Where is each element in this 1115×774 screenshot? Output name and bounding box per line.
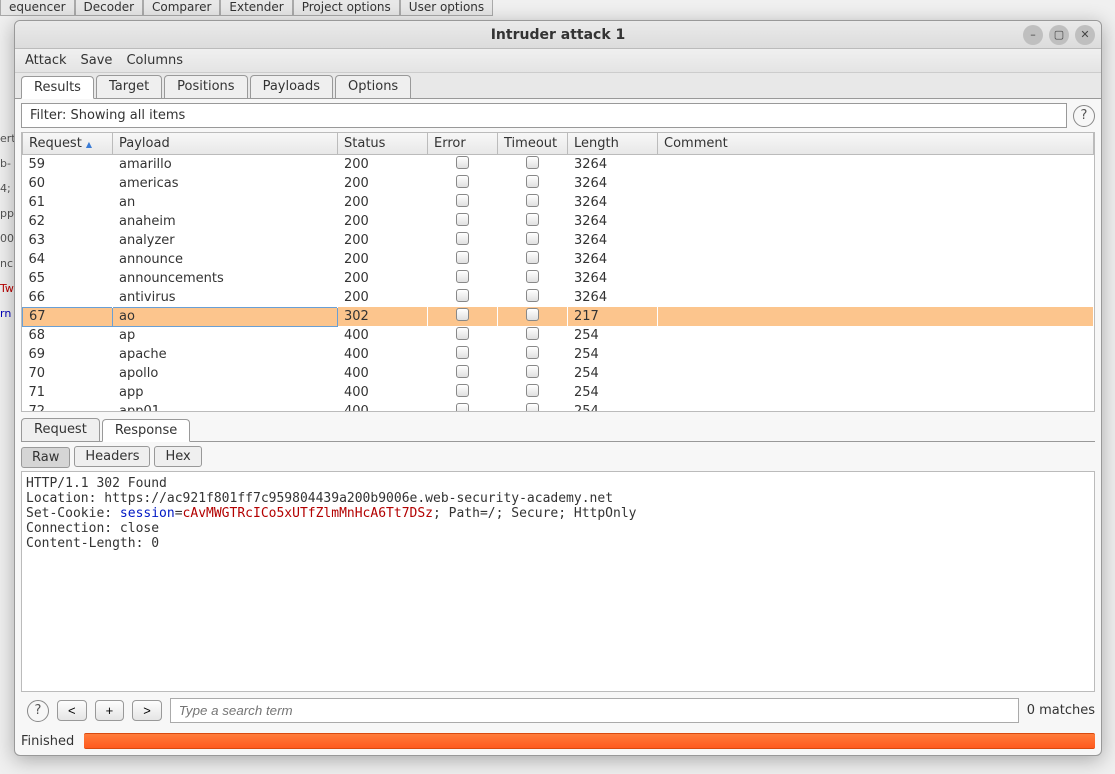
error-checkbox[interactable]: [456, 251, 469, 264]
tab-target[interactable]: Target: [96, 75, 162, 98]
tab-positions[interactable]: Positions: [164, 75, 247, 98]
table-row[interactable]: 60americas2003264: [23, 174, 1094, 193]
table-row[interactable]: 61an2003264: [23, 193, 1094, 212]
error-checkbox[interactable]: [456, 346, 469, 359]
timeout-checkbox[interactable]: [526, 156, 539, 169]
table-row[interactable]: 62anaheim2003264: [23, 212, 1094, 231]
timeout-checkbox[interactable]: [526, 213, 539, 226]
background-tab[interactable]: Comparer: [143, 0, 220, 16]
minimize-icon[interactable]: –: [1023, 25, 1043, 45]
window-title: Intruder attack 1: [491, 27, 626, 43]
timeout-checkbox[interactable]: [526, 365, 539, 378]
timeout-checkbox[interactable]: [526, 327, 539, 340]
timeout-checkbox[interactable]: [526, 251, 539, 264]
maximize-icon[interactable]: ▢: [1049, 25, 1069, 45]
background-tab[interactable]: Project options: [293, 0, 400, 16]
error-checkbox[interactable]: [456, 403, 469, 411]
error-checkbox[interactable]: [456, 270, 469, 283]
col-length[interactable]: Length: [568, 133, 658, 155]
next-match-button[interactable]: >: [132, 700, 162, 721]
prev-match-button[interactable]: <: [57, 700, 87, 721]
col-request[interactable]: Request: [23, 133, 113, 155]
error-checkbox[interactable]: [456, 175, 469, 188]
table-row[interactable]: 72app01400254: [23, 402, 1094, 411]
timeout-checkbox[interactable]: [526, 194, 539, 207]
table-row[interactable]: 69apache400254: [23, 345, 1094, 364]
error-checkbox[interactable]: [456, 384, 469, 397]
table-row[interactable]: 67ao302217: [23, 307, 1094, 326]
tab-results[interactable]: Results: [21, 76, 94, 99]
tab-options[interactable]: Options: [335, 75, 411, 98]
search-row: ? < + > 0 matches: [15, 692, 1101, 729]
error-checkbox[interactable]: [456, 327, 469, 340]
menubar: Attack Save Columns: [15, 49, 1101, 73]
status-text: Finished: [21, 734, 74, 749]
timeout-checkbox[interactable]: [526, 270, 539, 283]
timeout-checkbox[interactable]: [526, 384, 539, 397]
tab-request[interactable]: Request: [21, 418, 100, 441]
error-checkbox[interactable]: [456, 308, 469, 321]
table-row[interactable]: 64announce2003264: [23, 250, 1094, 269]
col-payload[interactable]: Payload: [113, 133, 338, 155]
col-comment[interactable]: Comment: [658, 133, 1094, 155]
error-checkbox[interactable]: [456, 194, 469, 207]
tab-headers[interactable]: Headers: [74, 446, 150, 467]
tab-payloads[interactable]: Payloads: [250, 75, 333, 98]
error-checkbox[interactable]: [456, 213, 469, 226]
timeout-checkbox[interactable]: [526, 289, 539, 302]
menu-save[interactable]: Save: [81, 53, 113, 68]
titlebar[interactable]: Intruder attack 1 – ▢ ✕: [15, 21, 1101, 49]
progress-bar: [84, 733, 1095, 749]
col-status[interactable]: Status: [338, 133, 428, 155]
timeout-checkbox[interactable]: [526, 346, 539, 359]
view-tabs: Raw Headers Hex: [21, 446, 1095, 467]
tab-hex[interactable]: Hex: [154, 446, 201, 467]
error-checkbox[interactable]: [456, 156, 469, 169]
table-row[interactable]: 63analyzer2003264: [23, 231, 1094, 250]
background-tab[interactable]: Decoder: [75, 0, 144, 16]
menu-attack[interactable]: Attack: [25, 53, 67, 68]
background-tab[interactable]: equencer: [0, 0, 75, 16]
results-table: Request Payload Status Error Timeout Len…: [21, 132, 1095, 412]
timeout-checkbox[interactable]: [526, 308, 539, 321]
background-tab[interactable]: User options: [400, 0, 493, 16]
background-tabs: equencerDecoderComparerExtenderProject o…: [0, 0, 1115, 16]
response-body[interactable]: HTTP/1.1 302 Found Location: https://ac9…: [21, 471, 1095, 692]
search-input[interactable]: [170, 698, 1019, 723]
table-row[interactable]: 70apollo400254: [23, 364, 1094, 383]
table-row[interactable]: 66antivirus2003264: [23, 288, 1094, 307]
table-row[interactable]: 68ap400254: [23, 326, 1094, 345]
timeout-checkbox[interactable]: [526, 403, 539, 411]
intruder-attack-dialog: Intruder attack 1 – ▢ ✕ Attack Save Colu…: [14, 20, 1102, 756]
error-checkbox[interactable]: [456, 289, 469, 302]
help-icon[interactable]: ?: [27, 700, 49, 722]
col-error[interactable]: Error: [428, 133, 498, 155]
main-tabs: Results Target Positions Payloads Option…: [15, 73, 1101, 99]
background-tab[interactable]: Extender: [220, 0, 292, 16]
close-icon[interactable]: ✕: [1075, 25, 1095, 45]
table-row[interactable]: 65announcements2003264: [23, 269, 1094, 288]
tab-raw[interactable]: Raw: [21, 447, 70, 468]
error-checkbox[interactable]: [456, 365, 469, 378]
add-button[interactable]: +: [95, 700, 125, 721]
table-row[interactable]: 71app400254: [23, 383, 1094, 402]
reqres-tabs: Request Response: [21, 418, 1095, 442]
help-icon[interactable]: ?: [1073, 105, 1095, 127]
menu-columns[interactable]: Columns: [126, 53, 183, 68]
statusbar: Finished: [15, 729, 1101, 755]
timeout-checkbox[interactable]: [526, 175, 539, 188]
error-checkbox[interactable]: [456, 232, 469, 245]
tab-response[interactable]: Response: [102, 419, 190, 442]
timeout-checkbox[interactable]: [526, 232, 539, 245]
table-row[interactable]: 59amarillo2003264: [23, 155, 1094, 175]
col-timeout[interactable]: Timeout: [498, 133, 568, 155]
match-count: 0 matches: [1027, 703, 1095, 718]
filter-bar[interactable]: Filter: Showing all items: [21, 103, 1067, 128]
